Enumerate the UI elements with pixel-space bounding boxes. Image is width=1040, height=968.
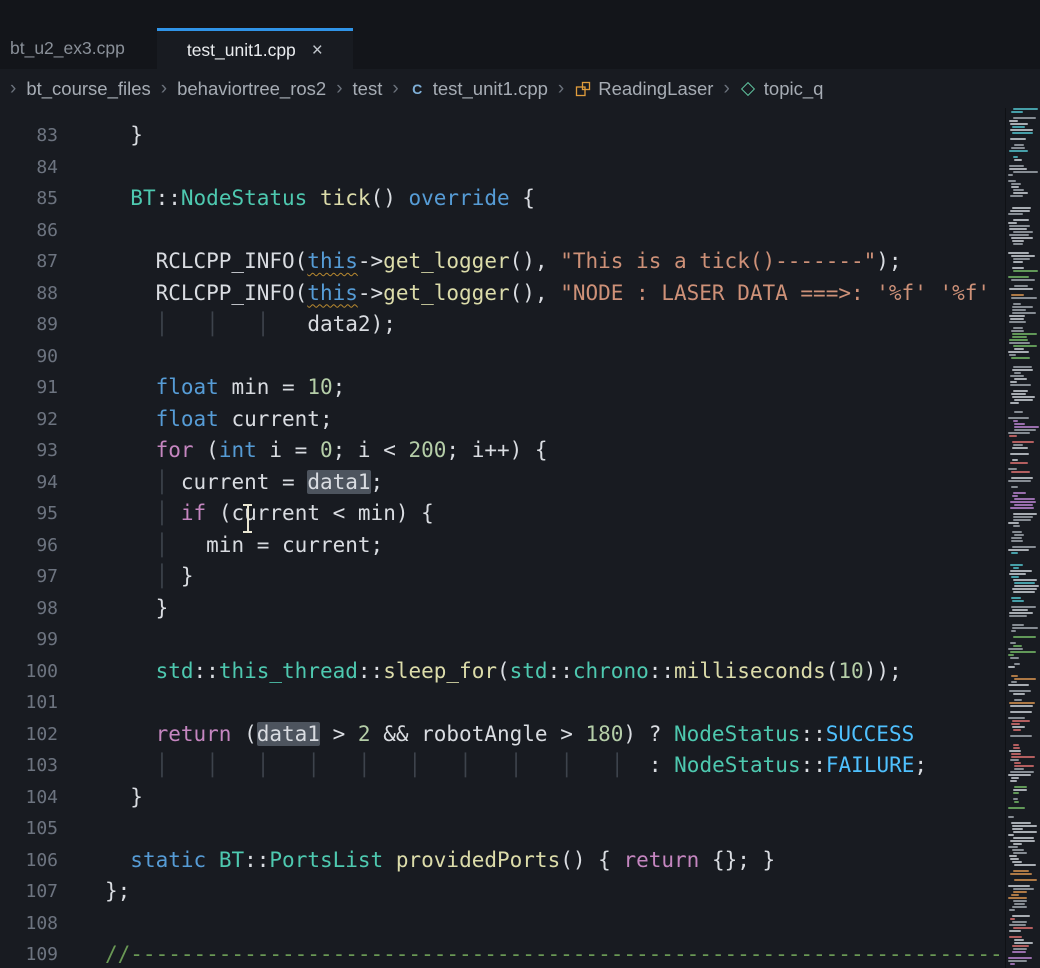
breadcrumb-item-test[interactable]: test xyxy=(353,78,383,100)
line-number[interactable]: 105 xyxy=(0,813,58,845)
code-line[interactable]: 104 } xyxy=(0,782,1006,814)
code-line[interactable]: 85 BT::NodeStatus tick() override { xyxy=(0,183,1006,215)
code-editor[interactable]: 83 }8485 BT::NodeStatus tick() override … xyxy=(0,108,1006,968)
line-number[interactable]: 97 xyxy=(0,561,58,593)
code-line[interactable]: 86 xyxy=(0,215,1006,247)
tab-test_unit1-cpp[interactable]: test_unit1.cpp × xyxy=(157,28,353,69)
line-number[interactable]: 106 xyxy=(0,845,58,877)
code-lines: 83 }8485 BT::NodeStatus tick() override … xyxy=(0,120,1006,968)
code-text[interactable]: //--------------------------------------… xyxy=(105,939,1006,968)
line-number[interactable]: 98 xyxy=(0,593,58,625)
chevron-right-icon: › xyxy=(723,78,729,100)
line-number[interactable]: 95 xyxy=(0,498,58,530)
line-number[interactable]: 107 xyxy=(0,876,58,908)
code-text[interactable]: for (int i = 0; i < 200; i++) { xyxy=(105,435,548,467)
code-text[interactable]: │ current = data1; xyxy=(105,467,383,499)
line-number[interactable]: 85 xyxy=(0,183,58,215)
chevron-right-icon: › xyxy=(10,78,16,100)
line-number[interactable]: 88 xyxy=(0,278,58,310)
code-line[interactable]: 102 return (data1 > 2 && robotAngle > 18… xyxy=(0,719,1006,751)
line-number[interactable]: 91 xyxy=(0,372,58,404)
class-icon xyxy=(574,80,591,97)
code-line[interactable]: 100 std::this_thread::sleep_for(std::chr… xyxy=(0,656,1006,688)
code-text[interactable]: float min = 10; xyxy=(105,372,345,404)
code-text[interactable]: │ │ │ │ │ │ │ │ │ │ : NodeStatus::FAILUR… xyxy=(105,750,927,782)
chevron-right-icon: › xyxy=(558,78,564,100)
chevron-right-icon: › xyxy=(161,78,167,100)
code-line[interactable]: 91 float min = 10; xyxy=(0,372,1006,404)
breadcrumb-item-topic[interactable]: topic_q xyxy=(740,78,824,100)
chevron-right-icon: › xyxy=(392,78,398,100)
line-number[interactable]: 90 xyxy=(0,341,58,373)
close-icon[interactable]: × xyxy=(312,41,323,60)
minimap[interactable] xyxy=(1005,108,1040,968)
code-line[interactable]: 99 xyxy=(0,624,1006,656)
code-text[interactable]: }; xyxy=(105,876,130,908)
code-line[interactable]: 97 │ } xyxy=(0,561,1006,593)
code-line[interactable]: 88 RCLCPP_INFO(this->get_logger(), "NODE… xyxy=(0,278,1006,310)
code-text[interactable]: } xyxy=(105,120,143,152)
tab-label: bt_u2_ex3.cpp xyxy=(10,38,125,59)
breadcrumb: › bt_course_files › behaviortree_ros2 › … xyxy=(0,69,1040,108)
line-number[interactable]: 93 xyxy=(0,435,58,467)
breadcrumb-item-readinglaser[interactable]: ReadingLaser xyxy=(574,78,713,100)
code-line[interactable]: 108 xyxy=(0,908,1006,940)
chevron-right-icon: › xyxy=(336,78,342,100)
line-number[interactable]: 104 xyxy=(0,782,58,814)
code-line[interactable]: 92 float current; xyxy=(0,404,1006,436)
line-number[interactable]: 92 xyxy=(0,404,58,436)
breadcrumb-item-behaviortree_ros2[interactable]: behaviortree_ros2 xyxy=(177,78,326,100)
code-text[interactable]: return (data1 > 2 && robotAngle > 180) ?… xyxy=(105,719,914,751)
line-number[interactable]: 87 xyxy=(0,246,58,278)
code-line[interactable]: 107}; xyxy=(0,876,1006,908)
code-line[interactable]: 106 static BT::PortsList providedPorts()… xyxy=(0,845,1006,877)
code-text[interactable]: RCLCPP_INFO(this->get_logger(), "This is… xyxy=(105,246,902,278)
field-icon xyxy=(740,80,757,97)
line-number[interactable]: 86 xyxy=(0,215,58,247)
line-number[interactable]: 99 xyxy=(0,624,58,656)
line-number[interactable]: 102 xyxy=(0,719,58,751)
line-number[interactable]: 103 xyxy=(0,750,58,782)
cpp-file-icon xyxy=(409,80,426,97)
code-line[interactable]: 103 │ │ │ │ │ │ │ │ │ │ : NodeStatus::FA… xyxy=(0,750,1006,782)
code-text[interactable]: │ } xyxy=(105,561,194,593)
code-line[interactable]: 95 │ if (current < min) { xyxy=(0,498,1006,530)
tab-bt_u2_ex3-cpp[interactable]: bt_u2_ex3.cpp xyxy=(0,28,157,69)
line-number[interactable]: 83 xyxy=(0,120,58,152)
breadcrumb-item-test_unit1-cpp[interactable]: test_unit1.cpp xyxy=(409,78,548,100)
code-line[interactable]: 83 } xyxy=(0,120,1006,152)
code-line[interactable]: 90 xyxy=(0,341,1006,373)
breadcrumb-item-bt_course_files[interactable]: bt_course_files xyxy=(26,78,150,100)
code-text[interactable]: static BT::PortsList providedPorts() { r… xyxy=(105,845,775,877)
code-text[interactable]: RCLCPP_INFO(this->get_logger(), "NODE : … xyxy=(105,278,990,310)
code-text[interactable]: std::this_thread::sleep_for(std::chrono:… xyxy=(105,656,902,688)
code-text[interactable]: float current; xyxy=(105,404,333,436)
code-line[interactable]: 87 RCLCPP_INFO(this->get_logger(), "This… xyxy=(0,246,1006,278)
line-number[interactable]: 94 xyxy=(0,467,58,499)
code-text[interactable]: │ min = current; xyxy=(105,530,383,562)
code-text[interactable]: BT::NodeStatus tick() override { xyxy=(105,183,535,215)
code-line[interactable]: 94 │ current = data1; xyxy=(0,467,1006,499)
line-number[interactable]: 89 xyxy=(0,309,58,341)
line-number[interactable]: 100 xyxy=(0,656,58,688)
tab-label: test_unit1.cpp xyxy=(187,40,296,61)
code-text[interactable]: } xyxy=(105,593,168,625)
code-line[interactable]: 109 //-----------------------------------… xyxy=(0,939,1006,968)
code-line[interactable]: 105 xyxy=(0,813,1006,845)
code-line[interactable]: 96 │ min = current; xyxy=(0,530,1006,562)
line-number[interactable]: 109 xyxy=(0,939,58,968)
line-number[interactable]: 96 xyxy=(0,530,58,562)
code-line[interactable]: 89 │ │ │ data2); xyxy=(0,309,1006,341)
code-line[interactable]: 98 } xyxy=(0,593,1006,625)
code-text[interactable]: } xyxy=(105,782,143,814)
code-text[interactable]: │ if (current < min) { xyxy=(105,498,434,530)
code-text[interactable]: │ │ │ data2); xyxy=(105,309,396,341)
line-number[interactable]: 108 xyxy=(0,908,58,940)
line-number[interactable]: 84 xyxy=(0,152,58,184)
line-number[interactable]: 101 xyxy=(0,687,58,719)
tab-bar: bt_u2_ex3.cpp test_unit1.cpp × xyxy=(0,0,1040,69)
code-line[interactable]: 101 xyxy=(0,687,1006,719)
code-line[interactable]: 93 for (int i = 0; i < 200; i++) { xyxy=(0,435,1006,467)
code-line[interactable]: 84 xyxy=(0,152,1006,184)
